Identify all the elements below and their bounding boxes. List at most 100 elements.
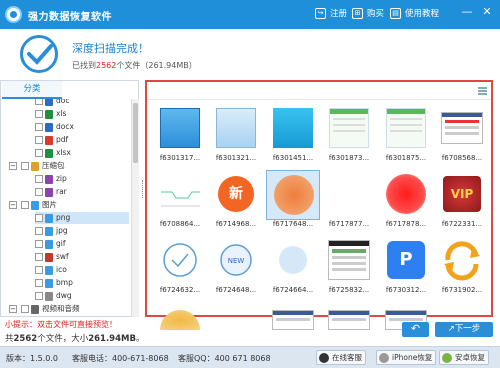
blank-thumbnail-icon xyxy=(327,172,371,216)
file-item[interactable]: f6301317... xyxy=(153,104,207,171)
expand-toggle-icon[interactable]: − xyxy=(9,162,17,170)
file-thumbnail: P xyxy=(379,236,433,286)
tree-checkbox[interactable] xyxy=(35,227,43,235)
scrollbar-thumb[interactable] xyxy=(133,103,138,163)
next-step-button[interactable]: ↗下一步 xyxy=(435,322,493,337)
register-button[interactable]: ↪ 注册 xyxy=(315,7,347,21)
tree-item-15[interactable]: dwg xyxy=(35,290,129,302)
tree-checkbox[interactable] xyxy=(21,162,29,170)
file-item[interactable]: f6731902... xyxy=(435,236,489,303)
file-item[interactable]: NEW f6724648... xyxy=(209,236,263,303)
file-item[interactable]: f6717878... xyxy=(379,170,433,237)
file-name: f6301321... xyxy=(215,154,257,162)
tree-checkbox[interactable] xyxy=(35,110,43,118)
file-item[interactable]: f6301451... xyxy=(266,104,320,171)
file-thumbnail xyxy=(379,104,433,154)
tree-checkbox[interactable] xyxy=(35,136,43,144)
android-recovery-button[interactable]: 安卓恢复 xyxy=(439,350,489,365)
refresh-orange-thumbnail-icon xyxy=(440,238,484,282)
expand-toggle-icon[interactable]: − xyxy=(9,305,17,313)
buy-button[interactable]: ⊞ 购买 xyxy=(352,7,384,21)
status-summary: 已找到2562个文件（261.94MB） xyxy=(72,61,197,70)
tree-checkbox[interactable] xyxy=(35,149,43,157)
tree-checkbox[interactable] xyxy=(35,175,43,183)
tree-item-9[interactable]: png xyxy=(35,212,129,224)
tutorial-button[interactable]: ▤ 使用教程 xyxy=(390,7,439,21)
file-item[interactable]: f6708864... xyxy=(153,170,207,237)
file-item[interactable]: VIP f6722331... xyxy=(435,170,489,237)
tree-item-5[interactable]: − 压缩包 xyxy=(9,160,129,172)
file-type-icon xyxy=(45,174,53,184)
tree-item-label: 视频和音频 xyxy=(42,304,80,313)
file-name: f6725832... xyxy=(328,286,370,294)
tree-checkbox[interactable] xyxy=(35,292,43,300)
tree-checkbox[interactable] xyxy=(35,279,43,287)
file-item[interactable]: Pf6730312... xyxy=(379,236,433,303)
file-name: f6717877... xyxy=(328,220,370,228)
tree-item-7[interactable]: rar xyxy=(35,186,129,198)
app-title: 强力数据恢复软件 xyxy=(28,12,112,23)
tree-item-6[interactable]: zip xyxy=(35,173,129,185)
file-item[interactable]: f6301873... xyxy=(322,104,376,171)
file-type-icon xyxy=(45,213,53,223)
file-item[interactable]: 新 f6714968... xyxy=(209,170,263,237)
tree-item-11[interactable]: gif xyxy=(35,238,129,250)
book-icon: ▤ xyxy=(390,8,401,19)
tree-checkbox[interactable] xyxy=(35,214,43,222)
list-view-icon[interactable] xyxy=(478,87,487,95)
grid-header xyxy=(147,82,491,100)
tab-category[interactable]: 分类 xyxy=(2,81,62,99)
file-name: f6730312... xyxy=(385,286,427,294)
file-item[interactable]: f6301321... xyxy=(209,104,263,171)
close-button[interactable]: ✕ xyxy=(480,5,494,19)
iphone-recovery-button[interactable]: iPhone恢复 xyxy=(376,350,437,365)
file-thumbnail xyxy=(322,170,376,220)
file-summary: 共2562个文件，大小261.94MB。 xyxy=(5,334,145,344)
status-title: 深度扫描完成！ xyxy=(72,42,149,55)
tree-item-12[interactable]: swf xyxy=(35,251,129,263)
file-thumbnail: 新 xyxy=(209,170,263,220)
file-item[interactable]: f6301875... xyxy=(379,104,433,171)
tree-item-14[interactable]: bmp xyxy=(35,277,129,289)
tree-item-1[interactable]: xls xyxy=(35,108,129,120)
tree-item-8[interactable]: − 图片 xyxy=(9,199,129,211)
file-item[interactable]: f6725832... xyxy=(322,236,376,303)
tree-checkbox[interactable] xyxy=(21,201,29,209)
file-thumbnail xyxy=(266,236,320,286)
file-thumbnail xyxy=(435,236,489,286)
online-service-button[interactable]: 在线客服 xyxy=(316,350,366,365)
expand-toggle-icon[interactable]: − xyxy=(9,201,17,209)
tree-item-10[interactable]: jpg xyxy=(35,225,129,237)
tree-checkbox[interactable] xyxy=(35,266,43,274)
tree-item-0[interactable]: doc xyxy=(35,99,129,107)
file-name: f6724648... xyxy=(215,286,257,294)
back-button[interactable]: ↶ xyxy=(402,322,429,337)
file-type-icon xyxy=(45,135,53,145)
tree-checkbox[interactable] xyxy=(35,240,43,248)
p-app-thumbnail-icon: P xyxy=(384,238,428,282)
tree-checkbox[interactable] xyxy=(35,99,43,105)
file-item[interactable]: f6724664... xyxy=(266,236,320,303)
file-thumbnail xyxy=(266,104,320,154)
tree-checkbox[interactable] xyxy=(35,123,43,131)
tree-item-13[interactable]: ico xyxy=(35,264,129,276)
tree-item-16[interactable]: − 视频和音频 xyxy=(9,303,129,315)
tree-checkbox[interactable] xyxy=(35,188,43,196)
tree-item-3[interactable]: pdf xyxy=(35,134,129,146)
red-blur-thumbnail-icon xyxy=(384,172,428,216)
tree-item-2[interactable]: docx xyxy=(35,121,129,133)
orange-blur-thumbnail-icon xyxy=(272,173,316,217)
tree-checkbox[interactable] xyxy=(35,253,43,261)
tree-scrollbar[interactable] xyxy=(131,99,139,317)
tree-item-4[interactable]: xlsx xyxy=(35,147,129,159)
file-item[interactable]: f6717648... xyxy=(266,170,320,237)
file-item[interactable]: f6708568... xyxy=(435,104,489,171)
file-name: f6722331... xyxy=(441,220,483,228)
file-item[interactable]: f6724632... xyxy=(153,236,207,303)
file-item[interactable]: f6717877... xyxy=(322,170,376,237)
category-tree: doc xls docx pdf xlsx − 压缩包 zip rar − 图片 png jpg gif s… xyxy=(1,99,131,317)
version-text: 版本：1.5.0.0 xyxy=(6,354,58,363)
tree-checkbox[interactable] xyxy=(21,305,29,313)
minimize-button[interactable]: — xyxy=(460,5,474,19)
tree-item-label: jpg xyxy=(56,226,68,235)
